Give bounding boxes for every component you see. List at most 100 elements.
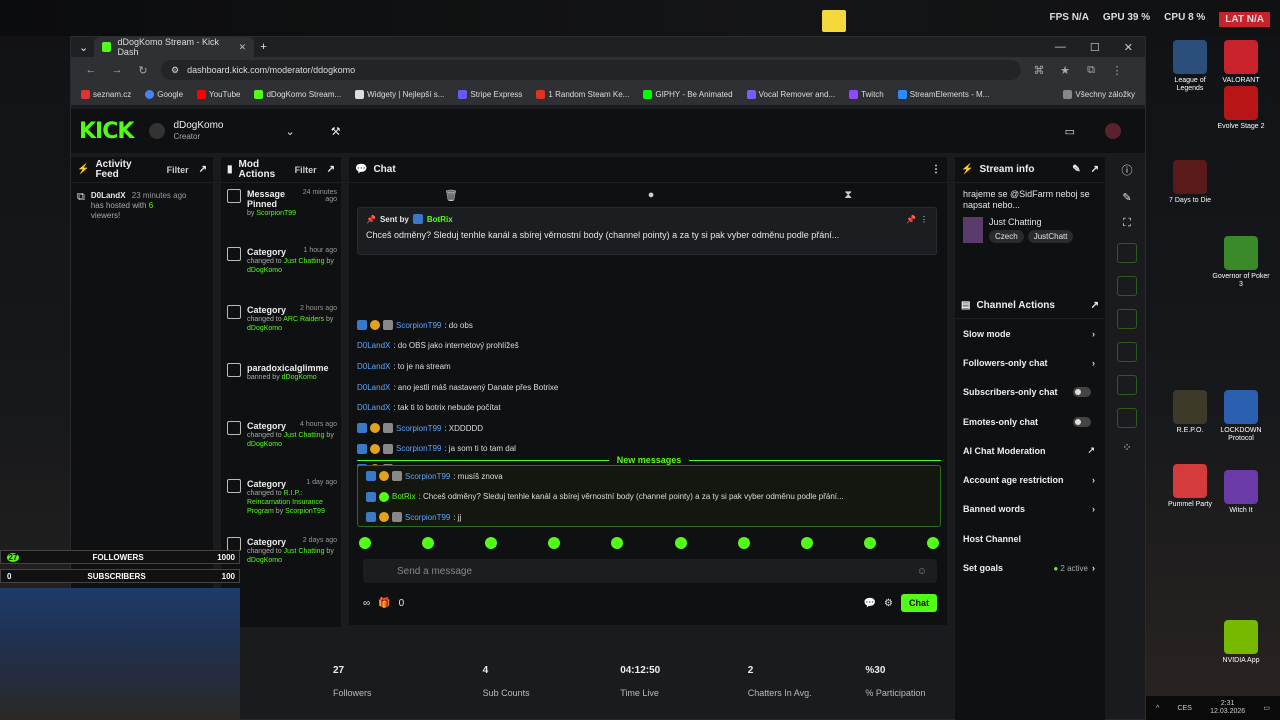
- message-input[interactable]: Send a message ☺: [363, 559, 937, 583]
- bookmark-seznam[interactable]: seznam.cz: [81, 89, 131, 99]
- lightning-icon[interactable]: [1117, 243, 1137, 263]
- popout-icon[interactable]: ↗: [199, 164, 207, 175]
- chat-username[interactable]: D0LandX: [357, 362, 390, 371]
- channel-action-item[interactable]: AI Chat Moderation ↗: [955, 436, 1105, 465]
- tag-chip[interactable]: JustChatt: [1027, 230, 1074, 243]
- desktop-shortcut[interactable]: Governor of Poker 3: [1212, 236, 1270, 289]
- channel-action-item[interactable]: Slow mode ›: [955, 319, 1105, 348]
- bookmark-steam[interactable]: 1 Random Steam Ke...: [536, 89, 629, 99]
- bookmark-vocal[interactable]: Vocal Remover and...: [746, 89, 835, 99]
- bookmark-all[interactable]: Všechny záložky: [1063, 89, 1135, 99]
- chevron-down-icon[interactable]: ⌄: [285, 125, 294, 138]
- unpin-icon[interactable]: 📌: [906, 215, 916, 224]
- close-window-icon[interactable]: ✕: [1124, 41, 1133, 54]
- channel-action-item[interactable]: Account age restriction ›: [955, 465, 1105, 494]
- close-tab-icon[interactable]: ✕: [239, 42, 247, 53]
- chat-message[interactable]: D0LandX: do OBS jako internetový prohlíž…: [349, 336, 947, 357]
- activity-user[interactable]: D0LandX: [91, 191, 126, 200]
- new-tab-icon[interactable]: +: [260, 41, 266, 53]
- chat-username[interactable]: D0LandX: [357, 341, 390, 350]
- desktop-shortcut[interactable]: LOCKDOWN Protocol: [1212, 390, 1270, 443]
- emote-icon[interactable]: [485, 537, 498, 549]
- desktop-shortcut[interactable]: Witch It: [1212, 470, 1270, 515]
- popout-icon[interactable]: ↗: [327, 164, 335, 175]
- card-icon[interactable]: [1117, 276, 1137, 296]
- chat-message[interactable]: ScorpionT99: musíš znova: [358, 466, 940, 487]
- chat-username[interactable]: BotRix: [392, 492, 416, 501]
- settings-icon[interactable]: ⚙: [884, 598, 893, 609]
- chat-icon[interactable]: [1117, 309, 1137, 329]
- popout-icon[interactable]: ↗: [1091, 300, 1099, 311]
- chat-message[interactable]: D0LandX: tak ti to botrix nebude počítat: [349, 397, 947, 418]
- infinity-icon[interactable]: ∞: [363, 598, 370, 609]
- tools-icon[interactable]: ⚒: [331, 125, 341, 138]
- bookmark-google[interactable]: Google: [145, 89, 183, 99]
- chat-bubble-icon[interactable]: 💬: [864, 598, 876, 609]
- edit-icon[interactable]: ✎: [1072, 164, 1080, 175]
- list-icon[interactable]: [1117, 375, 1137, 395]
- chat-username[interactable]: ScorpionT99: [396, 424, 441, 433]
- forward-icon[interactable]: →: [109, 64, 125, 76]
- emote-icon[interactable]: [548, 537, 561, 549]
- minimize-icon[interactable]: —: [1055, 41, 1066, 54]
- layout-icon[interactable]: ▭: [1065, 125, 1075, 138]
- desktop-shortcut[interactable]: NVIDIA App: [1212, 620, 1270, 665]
- bookmark-widgety[interactable]: Widgety | Nejlepší s...: [355, 89, 444, 99]
- bookmark-youtube[interactable]: YouTube: [197, 89, 240, 99]
- notification-icon[interactable]: ▭: [1263, 704, 1270, 712]
- wrench-icon[interactable]: [1117, 408, 1137, 428]
- chat-username[interactable]: D0LandX: [357, 383, 390, 392]
- bookmark-stripe[interactable]: Stripe Express: [458, 89, 522, 99]
- chat-message[interactable]: BotRix: Chceš odměny? Sleduj tenhle kaná…: [358, 487, 940, 508]
- speech-icon[interactable]: ●: [648, 189, 655, 201]
- channel-action-item[interactable]: Host Channel: [955, 524, 1105, 553]
- channel-action-item[interactable]: Banned words ›: [955, 495, 1105, 524]
- desktop-shortcut[interactable]: VALORANT: [1212, 40, 1270, 85]
- desktop-shortcut[interactable]: Pummel Party: [1161, 464, 1219, 509]
- mod-action-user[interactable]: dDogKomo: [247, 267, 282, 274]
- new-messages-divider[interactable]: New messages: [357, 455, 941, 465]
- desktop-shortcut[interactable]: 7 Days to Die: [1161, 160, 1219, 205]
- user-avatar[interactable]: [1105, 123, 1121, 139]
- chat-username[interactable]: D0LandX: [357, 403, 390, 412]
- channel-action-item[interactable]: Emotes-only chat: [955, 407, 1105, 436]
- bookmark-giphy[interactable]: GIPHY - Be Animated: [643, 89, 733, 99]
- emote-icon[interactable]: [800, 537, 813, 549]
- broadcast-icon[interactable]: [1117, 342, 1137, 362]
- chat-message[interactable]: ScorpionT99: jj: [358, 507, 940, 528]
- emote-icon[interactable]: [863, 537, 876, 549]
- menu-icon[interactable]: ⋮: [1109, 64, 1125, 77]
- tab-menu-icon[interactable]: ⌄: [79, 41, 88, 54]
- desktop-shortcut[interactable]: League of Legends: [1161, 40, 1219, 93]
- pinned-user[interactable]: BotRix: [427, 215, 453, 224]
- chat-menu-icon[interactable]: ⋮: [931, 164, 941, 175]
- chat-message[interactable]: D0LandX: ano jestli máš nastavený Danate…: [349, 377, 947, 398]
- back-icon[interactable]: ←: [83, 64, 99, 76]
- emote-icon[interactable]: [611, 537, 624, 549]
- chat-message[interactable]: D0LandX: to je na stream: [349, 356, 947, 377]
- activity-filter-button[interactable]: Filter: [167, 165, 189, 175]
- shapes-icon[interactable]: ⁘: [1122, 441, 1131, 454]
- pencil-icon[interactable]: ✎: [1122, 191, 1131, 204]
- mod-action-user[interactable]: ScorpionT99: [256, 210, 296, 217]
- mod-action-user[interactable]: ScorpionT99: [285, 508, 325, 515]
- channel-switcher[interactable]: dDogKomo Creator ⌄ ⚒: [149, 120, 341, 142]
- mod-filter-button[interactable]: Filter: [295, 165, 317, 175]
- mod-action-user[interactable]: dDogKomo: [247, 557, 282, 564]
- desktop-shortcut[interactable]: R.E.P.O.: [1161, 390, 1219, 435]
- channel-action-item[interactable]: Set goals ● 2 active ›: [955, 553, 1105, 582]
- popout-icon[interactable]: ↗: [1091, 164, 1099, 175]
- emote-icon[interactable]: [737, 537, 750, 549]
- pinned-menu-icon[interactable]: ⋮: [920, 215, 928, 224]
- toggle-switch[interactable]: [1073, 387, 1091, 398]
- mod-action-user[interactable]: dDogKomo: [282, 374, 317, 381]
- translate-icon[interactable]: ⌘: [1031, 64, 1047, 77]
- hourglass-icon[interactable]: ⧗: [844, 189, 852, 202]
- chat-message[interactable]: ScorpionT99: XDDDDD: [349, 418, 947, 439]
- channel-action-item[interactable]: Subscribers-only chat: [955, 378, 1105, 407]
- address-bar[interactable]: ⚙ dashboard.kick.com/moderator/ddogkomo: [161, 60, 1021, 80]
- bookmark-twitch[interactable]: Twitch: [849, 89, 884, 99]
- chat-username[interactable]: ScorpionT99: [396, 321, 441, 330]
- chat-username[interactable]: ScorpionT99: [396, 444, 441, 453]
- trash-icon[interactable]: 🗑: [444, 189, 458, 202]
